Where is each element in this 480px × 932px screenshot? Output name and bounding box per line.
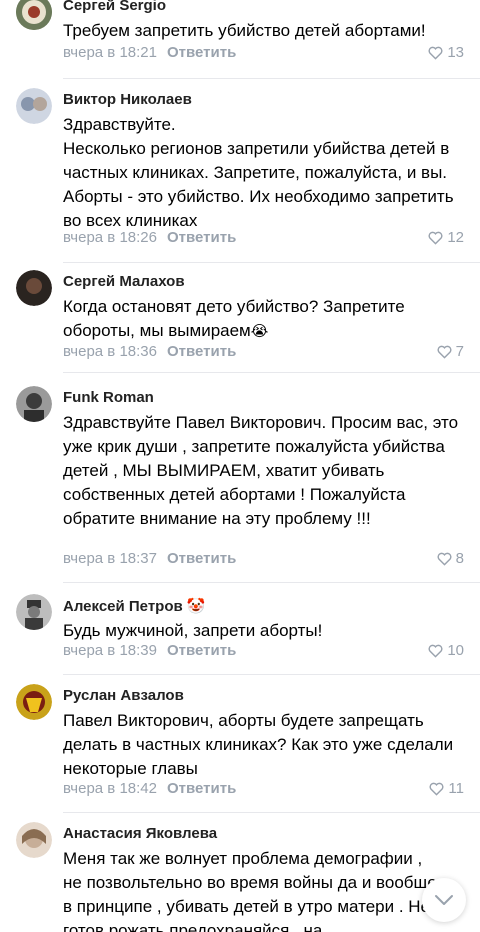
divider xyxy=(63,372,480,373)
like-button[interactable]: 13 xyxy=(428,44,464,61)
clown-emoji: 🤡 xyxy=(186,598,206,615)
comment-time[interactable]: вчера в 18:36 xyxy=(63,343,157,360)
comment: Руслан Авзалов Павел Викторович, аборты … xyxy=(0,676,480,814)
comment-text: Требуем запретить убийство детей абортам… xyxy=(63,21,426,40)
divider xyxy=(63,674,480,675)
author-name: Алексей Петров xyxy=(63,598,183,615)
comment-meta: вчера в 18:36 Ответить xyxy=(63,343,236,360)
comment-text: Павел Викторович, аборты будете запрещат… xyxy=(63,711,454,778)
divider xyxy=(63,582,480,583)
avatar[interactable] xyxy=(16,386,52,422)
reply-button[interactable]: Ответить xyxy=(167,229,236,246)
comment-text-body: Когда остановят дето убийство? Запретите… xyxy=(63,297,405,340)
heart-icon xyxy=(429,782,444,796)
comment-text: Когда остановят дето убийство? Запретите… xyxy=(63,295,473,344)
like-button[interactable]: 11 xyxy=(429,780,464,797)
like-button[interactable]: 7 xyxy=(437,343,464,360)
comment-meta: вчера в 18:26 Ответить xyxy=(63,229,236,246)
heart-icon xyxy=(428,46,443,60)
avatar[interactable] xyxy=(16,0,52,30)
comment: Сергей Sergio Требуем запретить убийство… xyxy=(0,0,480,80)
heart-icon xyxy=(428,231,443,245)
comment-text: Меня так же волнует проблема демографии … xyxy=(63,849,437,932)
comment-time[interactable]: вчера в 18:42 xyxy=(63,780,157,797)
like-button[interactable]: 8 xyxy=(437,550,464,567)
scroll-down-button[interactable] xyxy=(422,878,466,922)
comment-meta: вчера в 18:21 Ответить xyxy=(63,44,236,61)
avatar[interactable] xyxy=(16,684,52,720)
comment-author[interactable]: Руслан Авзалов xyxy=(63,687,184,704)
avatar[interactable] xyxy=(16,822,52,858)
comment: Виктор Николаев Здравствуйте. Несколько … xyxy=(0,82,480,263)
reply-button[interactable]: Ответить xyxy=(167,44,236,61)
crying-emoji: 😭 xyxy=(250,323,269,340)
like-button[interactable]: 10 xyxy=(428,642,464,659)
comment: Funk Roman Здравствуйте Павел Викторович… xyxy=(0,374,480,584)
like-count: 10 xyxy=(447,642,464,659)
reply-button[interactable]: Ответить xyxy=(167,780,236,797)
like-button[interactable]: 12 xyxy=(428,229,464,246)
avatar[interactable] xyxy=(16,594,52,630)
reply-button[interactable]: Ответить xyxy=(167,343,236,360)
comment-author[interactable]: Funk Roman xyxy=(63,389,154,406)
comment-author[interactable]: Алексей Петров 🤡 xyxy=(63,597,206,615)
reply-button[interactable]: Ответить xyxy=(167,642,236,659)
comment-text: Будь мужчиной, запрети аборты! xyxy=(63,621,323,640)
divider xyxy=(63,812,480,813)
comment-author[interactable]: Виктор Николаев xyxy=(63,91,192,108)
like-count: 7 xyxy=(455,343,464,360)
reply-button[interactable]: Ответить xyxy=(167,550,236,567)
comment-meta: вчера в 18:42 Ответить xyxy=(63,780,236,797)
comment-time[interactable]: вчера в 18:21 xyxy=(63,44,157,61)
like-count: 13 xyxy=(447,44,464,61)
divider xyxy=(63,262,480,263)
comment-text: Здравствуйте Павел Викторович. Просим ва… xyxy=(63,413,459,528)
comment-author[interactable]: Сергей Малахов xyxy=(63,273,185,290)
comment-meta: вчера в 18:37 Ответить xyxy=(63,550,236,567)
comment-time[interactable]: вчера в 18:39 xyxy=(63,642,157,659)
comment-time[interactable]: вчера в 18:37 xyxy=(63,550,157,567)
avatar[interactable] xyxy=(16,270,52,306)
comment-author[interactable]: Анастасия Яковлева xyxy=(63,825,217,842)
comment-time[interactable]: вчера в 18:26 xyxy=(63,229,157,246)
heart-icon xyxy=(428,644,443,658)
chevron-down-icon xyxy=(435,895,453,905)
like-count: 8 xyxy=(455,550,464,567)
heart-icon xyxy=(437,552,452,566)
comment: Алексей Петров 🤡 Будь мужчиной, запрети … xyxy=(0,584,480,676)
comment-author[interactable]: Сергей Sergio xyxy=(63,0,166,14)
comment-text: Здравствуйте. Несколько регионов запрети… xyxy=(63,115,454,230)
heart-icon xyxy=(437,345,452,359)
comment-meta: вчера в 18:39 Ответить xyxy=(63,642,236,659)
like-count: 12 xyxy=(447,229,464,246)
comment: Сергей Малахов Когда остановят дето убий… xyxy=(0,264,480,374)
avatar[interactable] xyxy=(16,88,52,124)
divider xyxy=(63,78,480,79)
comment: Анастасия Яковлева Меня так же волнует п… xyxy=(0,814,480,932)
like-count: 11 xyxy=(448,780,464,797)
